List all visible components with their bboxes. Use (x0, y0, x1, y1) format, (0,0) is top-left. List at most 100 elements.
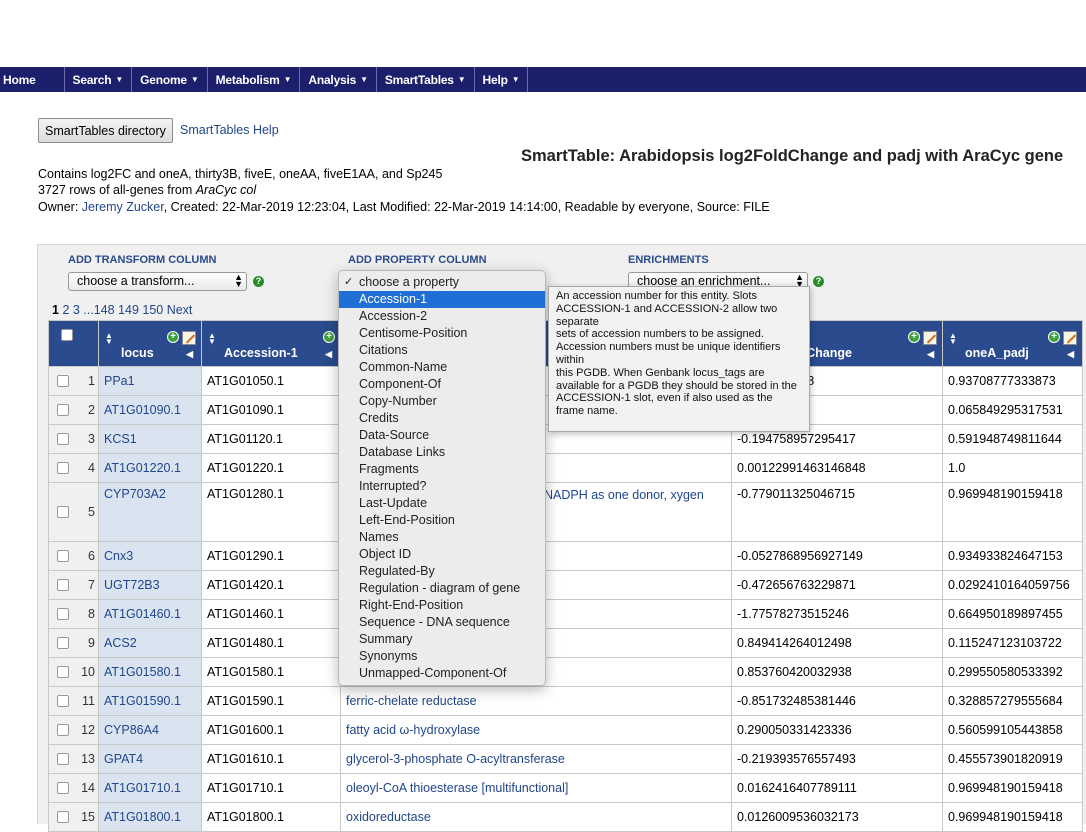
collapse-left-icon[interactable]: ◀ (927, 349, 934, 360)
enzyme-link[interactable]: oleoyl-CoA thioesterase [multifunctional… (346, 781, 568, 795)
property-option[interactable]: Component-Of (339, 376, 545, 393)
enzyme-link[interactable]: fatty acid ω-hydroxylase (346, 723, 480, 737)
column-header-locus[interactable]: ▲ ▼ + locus ◀ (98, 320, 202, 367)
locus-link[interactable]: AT1G01090.1 (104, 403, 181, 417)
property-option[interactable]: Right-End-Position (339, 597, 545, 614)
collapse-left-icon[interactable]: ◀ (186, 349, 193, 360)
property-option[interactable]: Regulation - diagram of gene (339, 580, 545, 597)
edit-icon[interactable] (1063, 331, 1077, 345)
row-checkbox[interactable] (57, 462, 69, 475)
row-checkbox[interactable] (57, 404, 69, 417)
enzyme-link[interactable]: ferric-chelate reductase (346, 694, 477, 708)
property-option[interactable]: Centisome-Position (339, 325, 545, 342)
locus-link[interactable]: CYP703A2 (104, 487, 166, 501)
owner-link[interactable]: Jeremy Zucker (82, 200, 164, 214)
enzyme-link[interactable]: glycerol-3-phosphate O-acyltransferase (346, 752, 565, 766)
row-checkbox[interactable] (57, 579, 69, 592)
nav-home[interactable]: Home (0, 67, 65, 92)
row-checkbox[interactable] (57, 753, 69, 766)
log2fc-cell: -0.472656763229871 (731, 570, 943, 600)
add-column-icon[interactable]: + (323, 331, 335, 343)
property-option[interactable]: Regulated-By (339, 563, 545, 580)
column-header-accession[interactable]: ▲ ▼ + Accession-1 ◀ (201, 320, 341, 367)
pager-next[interactable]: Next (167, 303, 193, 317)
smarttables-help-link[interactable]: SmartTables Help (180, 123, 279, 137)
property-option[interactable]: Citations (339, 342, 545, 359)
property-option[interactable]: Synonyms (339, 648, 545, 665)
transform-select[interactable]: choose a transform... ▲ ▼ (68, 272, 247, 291)
property-option[interactable]: Credits (339, 410, 545, 427)
nav-smarttables[interactable]: SmartTables ▼ (377, 67, 475, 92)
locus-link[interactable]: CYP86A4 (104, 723, 159, 737)
property-option[interactable]: Object ID (339, 546, 545, 563)
locus-link[interactable]: AT1G01800.1 (104, 810, 181, 824)
sort-icon[interactable]: ▲ ▼ (208, 332, 216, 346)
locus-link[interactable]: AT1G01220.1 (104, 461, 181, 475)
locus-link[interactable]: AT1G01710.1 (104, 781, 181, 795)
log2fc-cell: 0.00122991463146848 (731, 453, 943, 483)
row-checkbox[interactable] (57, 550, 69, 563)
row-checkbox[interactable] (57, 608, 69, 621)
property-option[interactable]: Names (339, 529, 545, 546)
sort-icon[interactable]: ▲ ▼ (105, 332, 113, 346)
nav-metabolism[interactable]: Metabolism ▼ (208, 67, 301, 92)
property-option[interactable]: Data-Source (339, 427, 545, 444)
help-icon[interactable]: ? (253, 276, 264, 287)
log2fc-cell: 0.0126009536032173 (731, 802, 943, 832)
row-checkbox[interactable] (57, 782, 69, 795)
locus-link[interactable]: AT1G01590.1 (104, 694, 181, 708)
row-checkbox[interactable] (57, 375, 69, 388)
locus-link[interactable]: GPAT4 (104, 752, 143, 766)
add-column-icon[interactable]: + (1048, 331, 1060, 343)
log2fc-cell: -0.779011325046715 (731, 482, 943, 542)
row-checkbox[interactable] (57, 506, 69, 519)
edit-icon[interactable] (923, 331, 937, 345)
help-icon[interactable]: ? (813, 276, 824, 287)
log2fc-cell: 0.0162416407789111 (731, 773, 943, 803)
row-checkbox[interactable] (57, 666, 69, 679)
select-all-checkbox[interactable] (61, 329, 73, 341)
locus-link[interactable]: AT1G01580.1 (104, 665, 181, 679)
property-option[interactable]: Summary (339, 631, 545, 648)
property-option[interactable]: Database Links (339, 444, 545, 461)
nav-analysis[interactable]: Analysis ▼ (300, 67, 377, 92)
property-option[interactable]: Copy-Number (339, 393, 545, 410)
column-header-padj[interactable]: ▲ ▼ + oneA_padj ◀ (942, 320, 1083, 367)
property-option[interactable]: ✓ choose a property (339, 274, 545, 291)
locus-link[interactable]: AT1G01460.1 (104, 607, 181, 621)
collapse-left-icon[interactable]: ◀ (325, 349, 332, 360)
row-checkbox[interactable] (57, 724, 69, 737)
row-checkbox[interactable] (57, 637, 69, 650)
sort-icon[interactable]: ▲ ▼ (949, 332, 957, 346)
property-option[interactable]: Common-Name (339, 359, 545, 376)
property-dropdown-menu[interactable]: ✓ choose a property Accession-1 Accession-2… (338, 270, 546, 686)
enzyme-link[interactable]: oxidoreductase (346, 810, 431, 824)
locus-link[interactable]: KCS1 (104, 432, 137, 446)
row-checkbox[interactable] (57, 433, 69, 446)
edit-icon[interactable] (182, 331, 196, 345)
row-checkbox[interactable] (57, 811, 69, 824)
property-option[interactable]: Sequence - DNA sequence (339, 614, 545, 631)
property-option[interactable]: Last-Update (339, 495, 545, 512)
property-option[interactable]: Unmapped-Component-Of (339, 665, 545, 682)
pager-pages[interactable]: 2 3 ...148 149 150 (62, 303, 163, 317)
locus-link[interactable]: ACS2 (104, 636, 137, 650)
nav-help[interactable]: Help ▼ (475, 67, 529, 92)
locus-link[interactable]: UGT72B3 (104, 578, 160, 592)
locus-link[interactable]: Cnx3 (104, 549, 133, 563)
property-option[interactable]: Left-End-Position (339, 512, 545, 529)
property-option[interactable]: Accession-1 (339, 291, 545, 308)
row-checkbox[interactable] (57, 695, 69, 708)
smarttables-directory-button[interactable]: SmartTables directory (38, 118, 173, 143)
add-column-icon[interactable]: + (908, 331, 920, 343)
add-column-icon[interactable]: + (167, 331, 179, 343)
property-option[interactable]: Interrupted? (339, 478, 545, 495)
locus-link[interactable]: PPa1 (104, 374, 135, 388)
property-option[interactable]: Accession-2 (339, 308, 545, 325)
enzyme-cell: ferric-chelate reductase (340, 686, 732, 716)
nav-search[interactable]: Search ▼ (65, 67, 133, 92)
transform-label: ADD TRANSFORM COLUMN (68, 254, 217, 266)
property-option[interactable]: Fragments (339, 461, 545, 478)
collapse-left-icon[interactable]: ◀ (1067, 349, 1074, 360)
nav-genome[interactable]: Genome ▼ (132, 67, 208, 92)
